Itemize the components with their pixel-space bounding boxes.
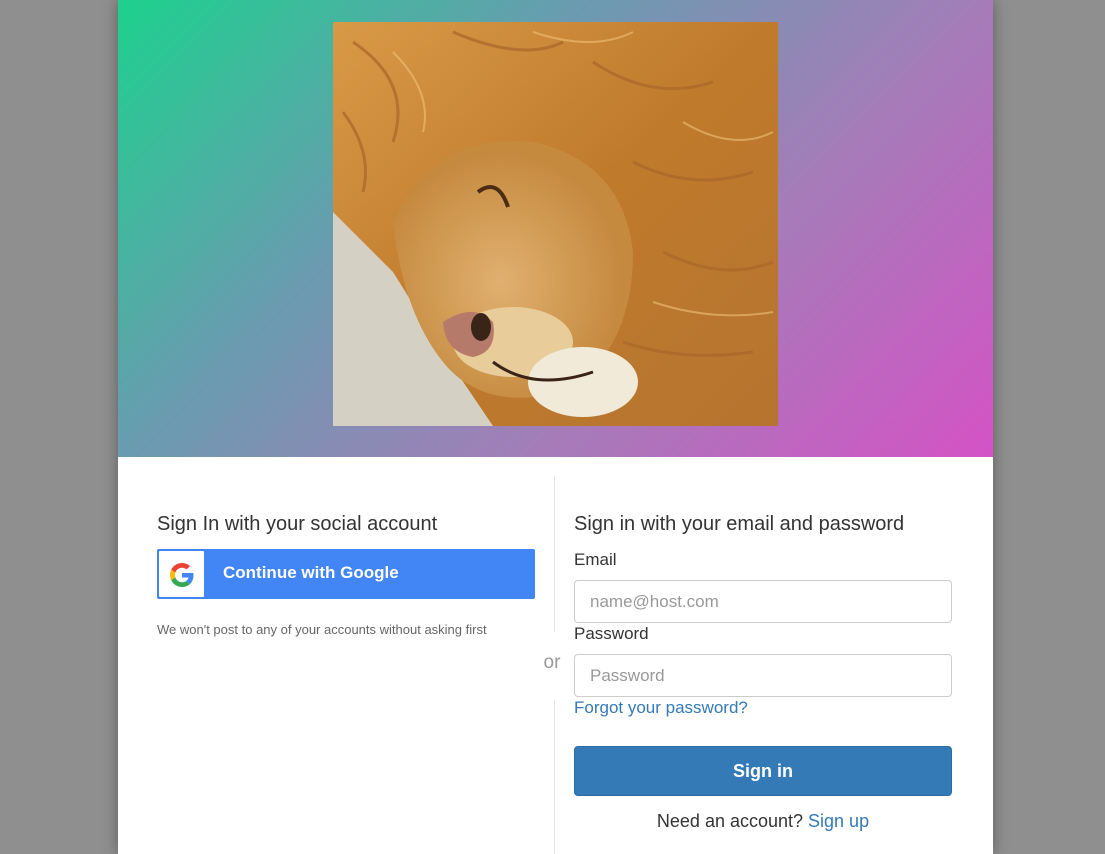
login-card: Sign In with your social account Continu… bbox=[118, 0, 993, 854]
or-separator: or bbox=[543, 652, 561, 673]
signup-prompt-row: Need an account? Sign up bbox=[574, 811, 952, 832]
divider-line-bottom bbox=[554, 700, 555, 854]
sign-up-link[interactable]: Sign up bbox=[808, 811, 869, 831]
social-signin-heading: Sign In with your social account bbox=[157, 513, 438, 535]
password-input[interactable] bbox=[574, 654, 952, 697]
social-signin-section: Sign In with your social account Continu… bbox=[157, 476, 535, 637]
email-signin-section: Sign in with your email and password Ema… bbox=[574, 476, 952, 831]
continue-with-google-button[interactable]: Continue with Google bbox=[157, 549, 535, 599]
password-label: Password bbox=[574, 624, 649, 643]
google-button-label: Continue with Google bbox=[223, 563, 399, 582]
google-icon-container bbox=[159, 551, 204, 597]
divider-line-top bbox=[554, 476, 555, 632]
forgot-password-link[interactable]: Forgot your password? bbox=[574, 698, 748, 718]
lion-logo-image bbox=[333, 22, 778, 426]
sign-in-button[interactable]: Sign in bbox=[574, 746, 952, 796]
lion-photo-icon bbox=[333, 22, 778, 426]
header-banner bbox=[118, 0, 993, 457]
email-signin-heading: Sign in with your email and password bbox=[574, 513, 905, 535]
email-label: Email bbox=[574, 550, 617, 569]
google-g-icon bbox=[170, 563, 194, 587]
signup-prompt-text: Need an account? bbox=[656, 811, 804, 831]
email-input[interactable] bbox=[574, 580, 952, 623]
social-disclaimer: We won't post to any of your accounts wi… bbox=[157, 622, 487, 637]
